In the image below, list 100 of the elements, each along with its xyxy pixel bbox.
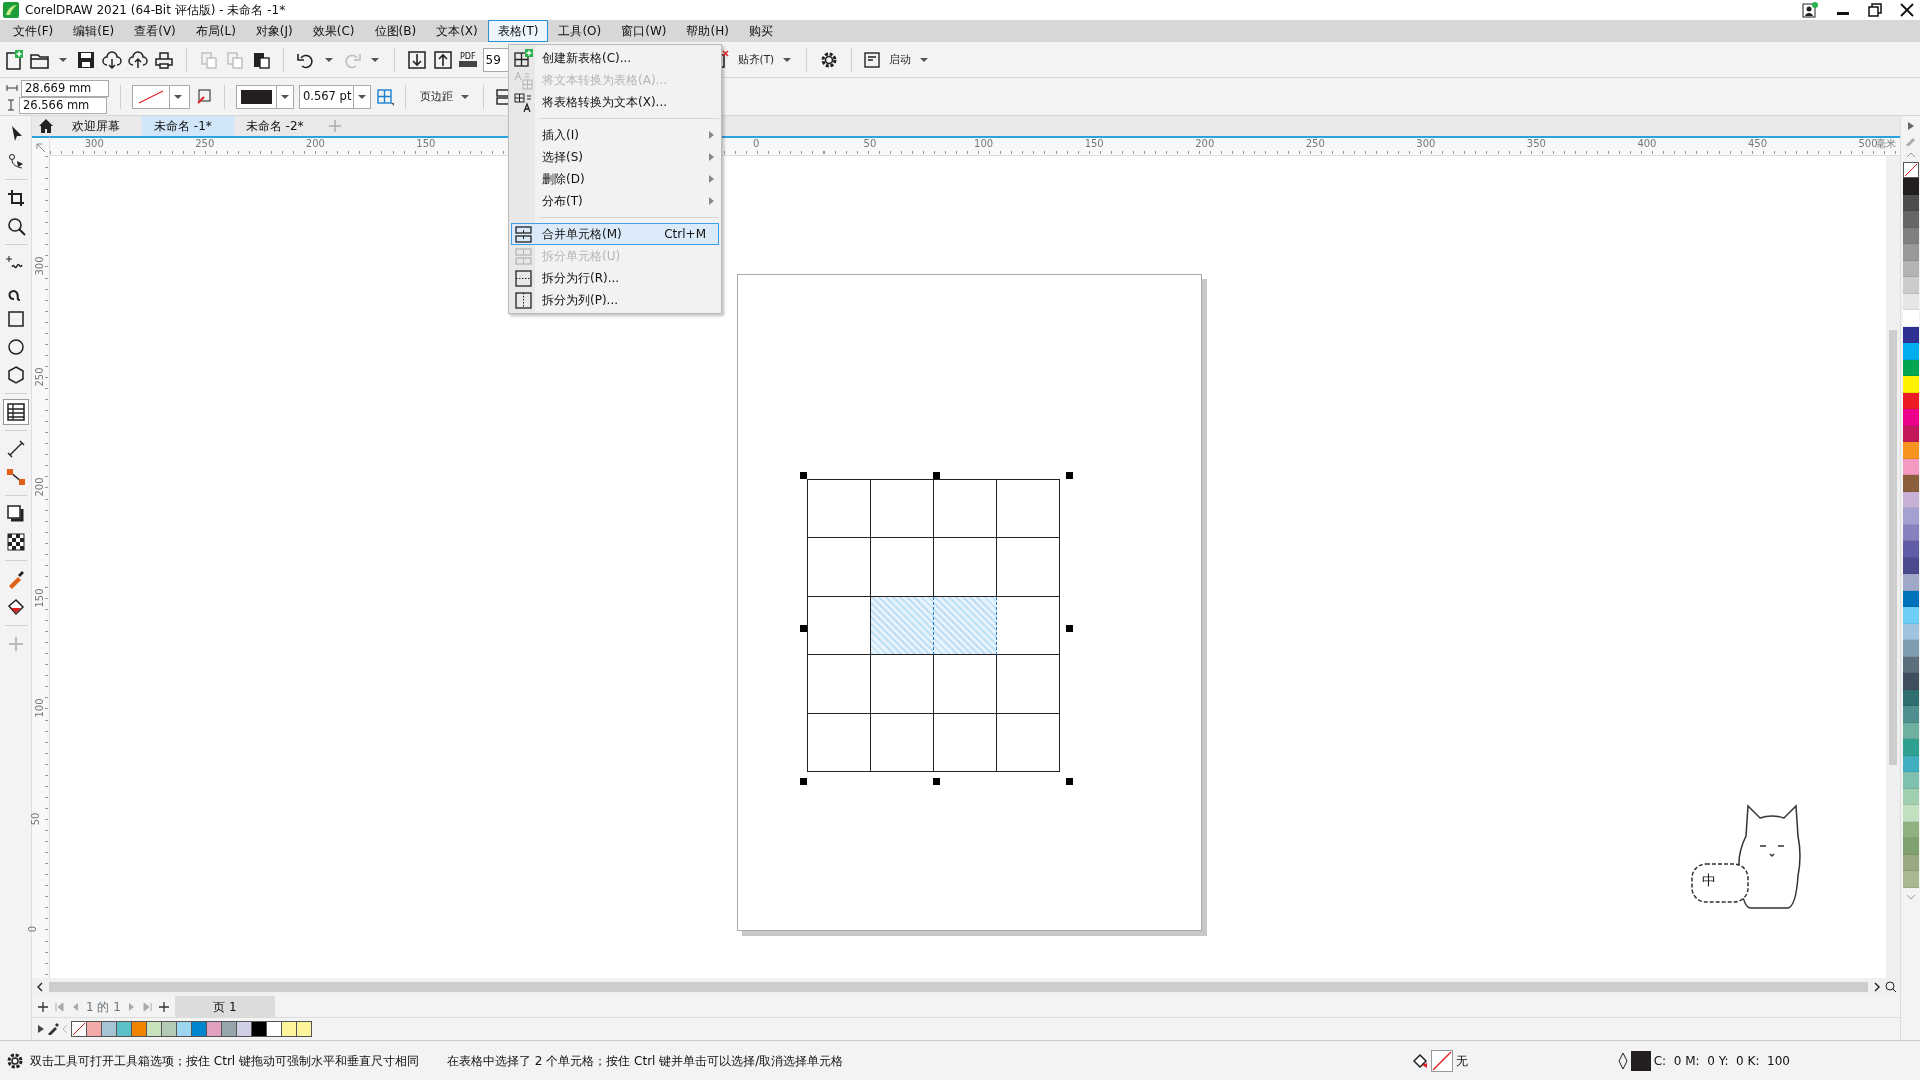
menu-item[interactable]: 选择(S) — [511, 146, 719, 168]
caret-icon[interactable] — [920, 56, 929, 63]
color-swatch[interactable] — [176, 1021, 192, 1037]
table-cell[interactable] — [808, 480, 871, 539]
outline-color-dropdown[interactable] — [236, 84, 294, 109]
menu-item[interactable]: 文件(F) — [3, 20, 64, 42]
table-cell[interactable] — [934, 655, 997, 714]
scroll-left-icon[interactable] — [35, 982, 45, 992]
launch-dropdown[interactable]: 启动 — [889, 51, 912, 68]
scroll-down-icon[interactable] — [1905, 893, 1916, 902]
color-swatch[interactable] — [296, 1021, 312, 1037]
table-cell[interactable] — [871, 596, 934, 656]
settings-icon[interactable] — [6, 1051, 24, 1070]
menu-item[interactable]: 布局(L) — [185, 20, 246, 42]
color-swatch[interactable] — [116, 1021, 132, 1037]
table-borders-icon[interactable] — [376, 87, 394, 106]
color-swatch[interactable] — [131, 1021, 147, 1037]
margins-dropdown[interactable]: 页边距 — [420, 88, 453, 105]
save-icon[interactable] — [76, 49, 96, 70]
table-tool-icon[interactable] — [5, 402, 26, 422]
selection-handle[interactable] — [800, 625, 807, 632]
selection-handle[interactable] — [933, 778, 940, 785]
connector-tool-icon[interactable] — [5, 467, 26, 487]
table-cell[interactable] — [808, 538, 871, 597]
export-icon[interactable] — [433, 49, 453, 70]
caret-icon[interactable] — [325, 56, 333, 63]
caret-icon[interactable] — [281, 93, 289, 100]
menu-item[interactable]: 分布(T) — [511, 190, 719, 212]
table-cell[interactable] — [997, 538, 1060, 597]
zoom-fit-icon[interactable] — [1885, 981, 1897, 993]
transparency-tool-icon[interactable] — [5, 532, 26, 552]
outline-width-dropdown[interactable]: 0.567 pt — [299, 84, 371, 109]
menu-item[interactable]: 帮助(H) — [676, 20, 739, 42]
ruler-origin-icon[interactable] — [35, 141, 47, 154]
menu-item[interactable]: 窗口(W) — [611, 20, 677, 42]
color-swatch[interactable] — [266, 1021, 282, 1037]
table-cell[interactable] — [871, 713, 934, 772]
table-cell[interactable] — [997, 713, 1060, 772]
home-icon[interactable] — [38, 118, 54, 134]
document-tab[interactable]: 未命名 -2* — [233, 116, 326, 136]
table-cell[interactable] — [934, 538, 997, 597]
color-swatch[interactable] — [191, 1021, 207, 1037]
color-swatch[interactable] — [161, 1021, 177, 1037]
menu-item[interactable]: 拆分为列(P)... — [511, 289, 719, 311]
selection-handle[interactable] — [933, 472, 940, 479]
menu-item[interactable]: 效果(C) — [302, 20, 365, 42]
cloud-download-icon[interactable] — [102, 49, 122, 70]
expand-icon[interactable] — [38, 1025, 44, 1033]
crop-tool-icon[interactable] — [5, 188, 26, 208]
cloud-upload-icon[interactable] — [128, 49, 148, 70]
ime-mode-label[interactable]: 中 — [1702, 872, 1716, 888]
color-swatch[interactable] — [86, 1021, 102, 1037]
color-swatch[interactable] — [146, 1021, 162, 1037]
width-field[interactable]: 28.669 mm — [21, 79, 109, 97]
menu-item[interactable]: 插入(I) — [511, 124, 719, 146]
selection-handle[interactable] — [800, 778, 807, 785]
selection-handle[interactable] — [1066, 625, 1073, 632]
menu-item[interactable]: 创建新表格(C)... — [511, 47, 719, 69]
caret-icon[interactable] — [371, 56, 379, 63]
page-tab[interactable]: 页 1 — [174, 995, 275, 1018]
caret-icon[interactable] — [174, 93, 182, 100]
table-cell[interactable] — [871, 655, 934, 714]
new-document-icon[interactable] — [4, 49, 24, 70]
menu-item[interactable]: 合并单元格(M) Ctrl+M — [511, 223, 719, 245]
selection-handle[interactable] — [1066, 778, 1073, 785]
selection-handle[interactable] — [800, 472, 807, 479]
polygon-tool-icon[interactable] — [5, 365, 26, 385]
dimension-tool-icon[interactable] — [5, 439, 26, 459]
menu-item[interactable]: 拆分为行(R)... — [511, 267, 719, 289]
ellipse-tool-icon[interactable] — [5, 337, 26, 357]
document-tab[interactable]: 欢迎屏幕 — [60, 116, 142, 136]
launch-icon[interactable] — [864, 51, 881, 68]
menu-item[interactable]: 将表格转换为文本(X)... — [511, 91, 719, 113]
user-icon[interactable] — [1802, 2, 1818, 18]
table-cell[interactable] — [808, 655, 871, 714]
table-cell[interactable] — [871, 538, 934, 597]
table-cell[interactable] — [808, 713, 871, 772]
close-icon[interactable] — [1900, 3, 1914, 17]
printer-icon[interactable] — [154, 49, 174, 70]
paint-bucket-icon[interactable] — [5, 597, 26, 617]
shadow-tool-icon[interactable] — [5, 504, 26, 524]
selection-handle[interactable] — [1066, 472, 1073, 479]
scroll-up-icon[interactable] — [1905, 150, 1916, 158]
table-cell[interactable] — [997, 480, 1060, 539]
menu-item[interactable]: 表格(T) — [487, 20, 549, 42]
menu-item[interactable]: 购买 — [738, 20, 783, 42]
outline-style-dropdown[interactable] — [132, 84, 190, 109]
menu-item[interactable]: 查看(V) — [124, 20, 186, 42]
menu-item[interactable]: 位图(B) — [364, 20, 427, 42]
caret-icon[interactable] — [358, 93, 366, 100]
caret-icon[interactable] — [59, 56, 67, 63]
color-swatch[interactable] — [236, 1021, 252, 1037]
table-cell[interactable] — [997, 596, 1060, 656]
add-page-icon[interactable] — [158, 1001, 169, 1012]
document-tab[interactable]: 未命名 -1* — [142, 116, 234, 136]
no-color-swatch[interactable] — [71, 1021, 87, 1037]
color-swatch[interactable] — [221, 1021, 237, 1037]
menu-item[interactable]: 对象(J) — [245, 20, 303, 42]
menu-item[interactable]: 删除(D) — [511, 168, 719, 190]
scroll-right-icon[interactable] — [1872, 982, 1882, 992]
